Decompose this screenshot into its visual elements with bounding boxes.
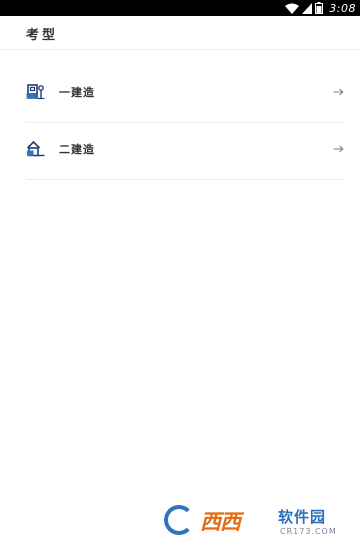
- watermark-sub-text: 软件园: [278, 508, 327, 526]
- status-time: 3:08: [329, 1, 356, 15]
- exam-type-item-2[interactable]: 二建造: [26, 123, 344, 180]
- exam-type-label: 二建造: [59, 143, 95, 156]
- watermark-url: CR173.COM: [280, 527, 337, 536]
- page-title: 考型: [26, 28, 59, 43]
- building-icon: [26, 84, 45, 100]
- status-bar: 3:08: [0, 0, 360, 16]
- exam-type-label: 一建造: [59, 86, 95, 99]
- battery-icon: [315, 2, 324, 14]
- exam-type-item-1[interactable]: 一建造: [26, 66, 344, 123]
- status-icons: 3:08: [285, 0, 356, 16]
- watermark-logo: 西西 软件园 CR173.COM: [160, 503, 340, 541]
- watermark-main-text: 西西: [200, 510, 241, 534]
- arrow-right-icon: [333, 88, 344, 96]
- header: 考型: [0, 16, 360, 50]
- house-icon: [26, 140, 45, 157]
- arrow-right-icon: [333, 145, 344, 153]
- watermark-circle-icon: [164, 505, 194, 535]
- signal-icon: [302, 2, 313, 14]
- wifi-icon: [285, 3, 300, 14]
